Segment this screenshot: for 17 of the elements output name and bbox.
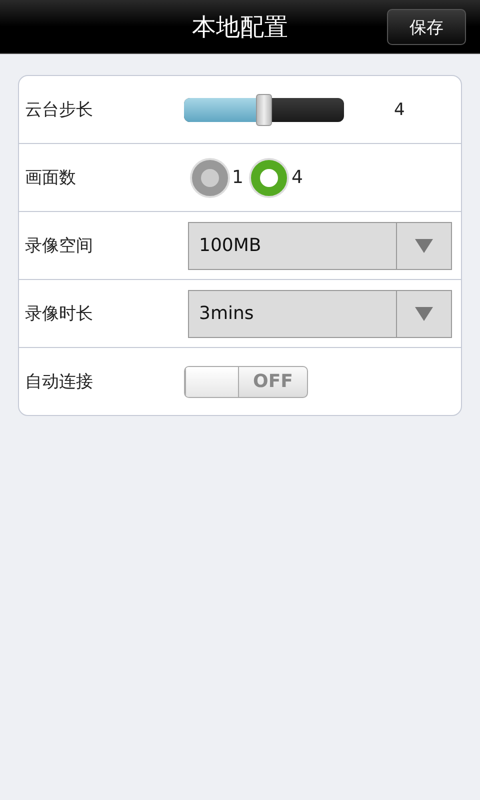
save-button[interactable]: 保存 bbox=[387, 9, 466, 45]
setting-label: 自动连接 bbox=[25, 371, 94, 393]
page-title: 本地配置 bbox=[192, 12, 288, 42]
radio-label: 1 bbox=[232, 167, 244, 188]
radio-label: 4 bbox=[291, 167, 303, 188]
dropdown[interactable]: 100MB bbox=[188, 222, 452, 270]
setting-label: 录像空间 bbox=[25, 235, 94, 257]
radio-button[interactable] bbox=[251, 160, 288, 196]
dropdown-arrow-icon bbox=[414, 306, 434, 322]
dropdown[interactable]: 3mins bbox=[188, 290, 452, 338]
dropdown-arrow-icon bbox=[414, 238, 434, 254]
radio-button[interactable] bbox=[192, 160, 228, 196]
setting-label: 录像时长 bbox=[25, 303, 94, 325]
setting-label: 云台步长 bbox=[25, 99, 94, 121]
slider-value: 4 bbox=[394, 100, 405, 120]
slider-thumb[interactable] bbox=[256, 94, 272, 126]
setting-label: 画面数 bbox=[25, 167, 77, 189]
